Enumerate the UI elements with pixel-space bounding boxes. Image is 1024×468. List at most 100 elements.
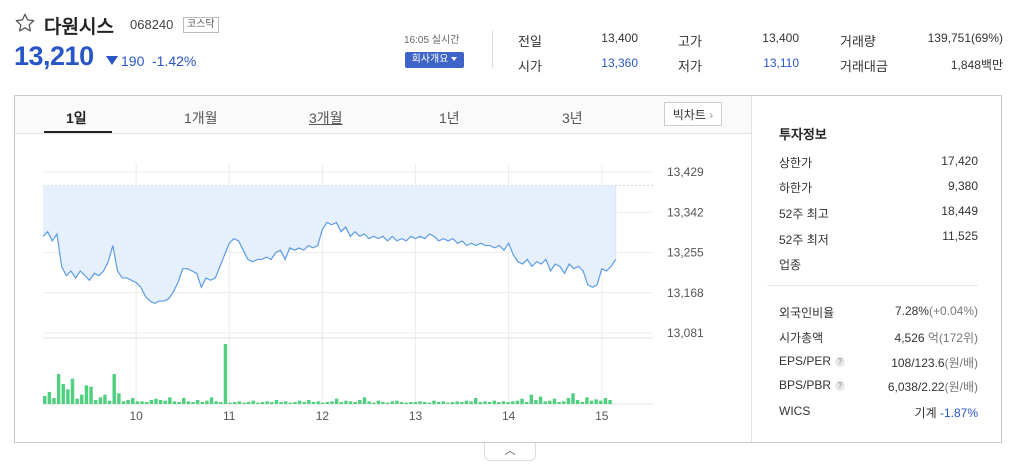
volume-bar [43,396,47,404]
bps-pbr-text: BPS/PBR [779,378,832,392]
volume-bar [283,401,288,404]
eps-per-text: EPS/PER [779,354,832,368]
big-chart-button[interactable]: 빅차트 › [664,102,722,126]
volume-bar [251,400,255,404]
volume-bar [478,402,483,404]
summary-label: 시가 [518,59,542,74]
eps-per-label: EPS/PER? [779,354,846,368]
volume-bar [270,402,274,404]
expand-button[interactable]: ︿ [484,443,536,461]
volume-bar [432,400,436,404]
y-tick-label: 13,168 [667,286,704,300]
caret-down-icon [451,57,458,61]
volume-bar [603,398,608,404]
volume-bar [302,402,306,404]
volume-bar [135,401,140,404]
volume-bar [404,402,408,404]
volume-bar [515,400,520,404]
volume-bar [293,402,297,404]
market-badge: 코스닥 [183,17,219,33]
volume-bar [103,394,107,404]
volume-bar [589,400,594,404]
wics-value[interactable]: 기계 -1.87% [915,404,978,421]
tab-3month[interactable]: 3개월 [309,108,343,128]
volume-bar [52,398,56,404]
sector-label: 업종 [779,258,802,272]
volume-bar [557,402,561,404]
tab-1month[interactable]: 1개월 [184,108,218,128]
lower-limit-label: 하한가 [779,181,813,195]
volume-bar [265,401,269,404]
volume-bar [260,402,265,404]
volume-bar [279,402,283,404]
volume-bar [242,402,246,404]
volume-bar [436,402,441,404]
summary-label: 거래량 [840,34,876,49]
x-tick-label: 10 [129,409,143,423]
volume-bar [237,401,242,404]
volume-bar [61,384,65,404]
volume-bar [219,402,223,404]
volume-bar [376,400,381,404]
volume-bar [47,392,52,404]
help-icon[interactable]: ? [835,381,846,391]
company-overview-button[interactable]: 회사개요 [405,52,464,68]
volume-bar [423,402,427,404]
y-tick-label: 13,342 [667,205,704,219]
eps-per-unit: (원/배) [944,356,978,370]
volume-bar [418,401,422,404]
volume-bar [325,402,330,404]
volume-bar [399,402,404,404]
stock-name: 다원시스 [44,17,114,38]
header-divider [492,30,493,68]
summary-value: 139,751(69%) [927,31,1003,45]
volume-bar [575,400,580,404]
big-chart-label: 빅차트 [672,108,706,122]
y-tick-label: 13,081 [667,326,704,340]
foreign-ratio-change: (+0.04%) [928,304,978,318]
summary-label: 거래대금 [840,59,888,74]
intraday-chart[interactable]: 13,429 13,342 13,255 13,168 13,081 10 11 12 13 14… [15,134,751,440]
volume-bar [538,396,543,404]
volume-bar [144,402,149,404]
volume-bar [594,399,598,404]
volume-bar [353,402,357,404]
market-cap-value: 4,526 억(172위) [895,329,978,346]
chevron-up-icon: ︿ [504,445,516,457]
volume-bar [311,402,316,404]
summary-value: 13,360 [601,56,638,70]
volume-bar [473,398,478,404]
52w-high-label: 52주 최고 [779,207,829,221]
volume-bar [126,400,130,404]
change-amount: 190 [121,53,145,69]
help-icon[interactable]: ? [835,357,846,367]
volume-bar [348,401,353,404]
volume-bar [117,393,121,404]
volume-bar [56,374,61,404]
volume-bar [233,402,237,404]
volume-bar [200,402,204,404]
x-tick-label: 12 [316,409,330,423]
tab-1day[interactable]: 1일 [66,108,87,128]
volume-bar [409,402,413,404]
volume-bar [390,401,394,404]
volume-bar [186,401,191,404]
volume-bar [524,402,529,404]
volume-bar [121,401,126,404]
bps-pbr-label: BPS/PBR? [779,378,846,392]
volume-bar [562,401,566,404]
tab-3year[interactable]: 3년 [562,108,583,128]
down-triangle-icon [106,56,118,65]
active-tab-indicator [44,131,112,133]
52w-high-value: 18,449 [941,204,978,218]
summary-label: 저가 [678,59,702,74]
summary-label: 전일 [518,34,542,49]
favorite-star-icon[interactable] [14,12,36,34]
volume-bar [492,400,496,404]
volume-bar [372,402,376,404]
price-change: 190 [106,53,144,69]
volume-bar [307,400,311,404]
volume-bar [205,400,209,404]
volume-bar [297,400,302,404]
tab-1year[interactable]: 1년 [439,108,460,128]
